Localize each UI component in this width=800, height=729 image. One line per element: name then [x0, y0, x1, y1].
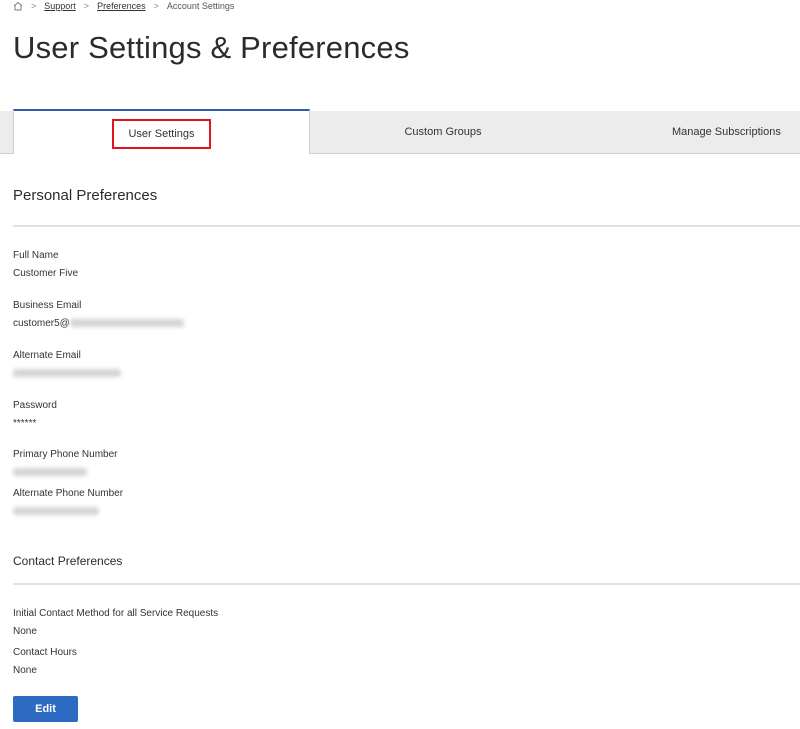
home-icon[interactable]	[13, 1, 23, 11]
alternate-email-value	[13, 368, 121, 379]
tab-custom-groups[interactable]: Custom Groups	[310, 111, 576, 153]
redacted-text	[13, 468, 87, 477]
contact-preferences-heading: Contact Preferences	[13, 554, 123, 568]
initial-contact-method-label: Initial Contact Method for all Service R…	[13, 608, 219, 619]
chevron-right-icon: >	[153, 1, 159, 11]
edit-button[interactable]: Edit	[13, 696, 78, 722]
redacted-text	[13, 369, 121, 378]
chevron-right-icon: >	[31, 1, 37, 11]
contact-hours-value: None	[13, 665, 37, 676]
divider	[13, 583, 800, 585]
divider	[13, 225, 800, 227]
tab-user-settings-label: User Settings	[112, 118, 211, 149]
page-title: User Settings & Preferences	[13, 30, 410, 65]
alternate-phone-label: Alternate Phone Number	[13, 488, 124, 499]
contact-hours-label: Contact Hours	[13, 647, 77, 658]
page: > Support > Preferences > Account Settin…	[0, 0, 800, 729]
personal-preferences-heading: Personal Preferences	[13, 187, 158, 204]
initial-contact-method-value: None	[13, 626, 37, 637]
alternate-phone-value	[13, 506, 99, 517]
business-email-prefix: customer5@	[13, 318, 70, 329]
password-value: ******	[13, 418, 37, 429]
password-label: Password	[13, 400, 57, 411]
full-name-value: Customer Five	[13, 268, 79, 279]
business-email-label: Business Email	[13, 300, 82, 311]
primary-phone-label: Primary Phone Number	[13, 449, 118, 460]
tab-manage-subscriptions[interactable]: Manage Subscriptions	[576, 111, 800, 153]
breadcrumb-support-link[interactable]: Support	[44, 1, 76, 11]
chevron-right-icon: >	[83, 1, 90, 11]
full-name-label: Full Name	[13, 250, 59, 261]
tab-user-settings[interactable]: User Settings	[13, 109, 310, 154]
business-email-value: customer5@	[13, 318, 184, 329]
breadcrumb: > Support > Preferences > Account Settin…	[13, 0, 234, 12]
redacted-text	[13, 507, 99, 516]
tab-bar: User Settings Custom Groups Manage Subsc…	[0, 109, 800, 154]
redacted-text	[69, 319, 184, 328]
primary-phone-value	[13, 467, 87, 478]
breadcrumb-current: Account Settings	[166, 1, 235, 11]
breadcrumb-preferences-link[interactable]: Preferences	[97, 1, 146, 11]
alternate-email-label: Alternate Email	[13, 350, 81, 361]
